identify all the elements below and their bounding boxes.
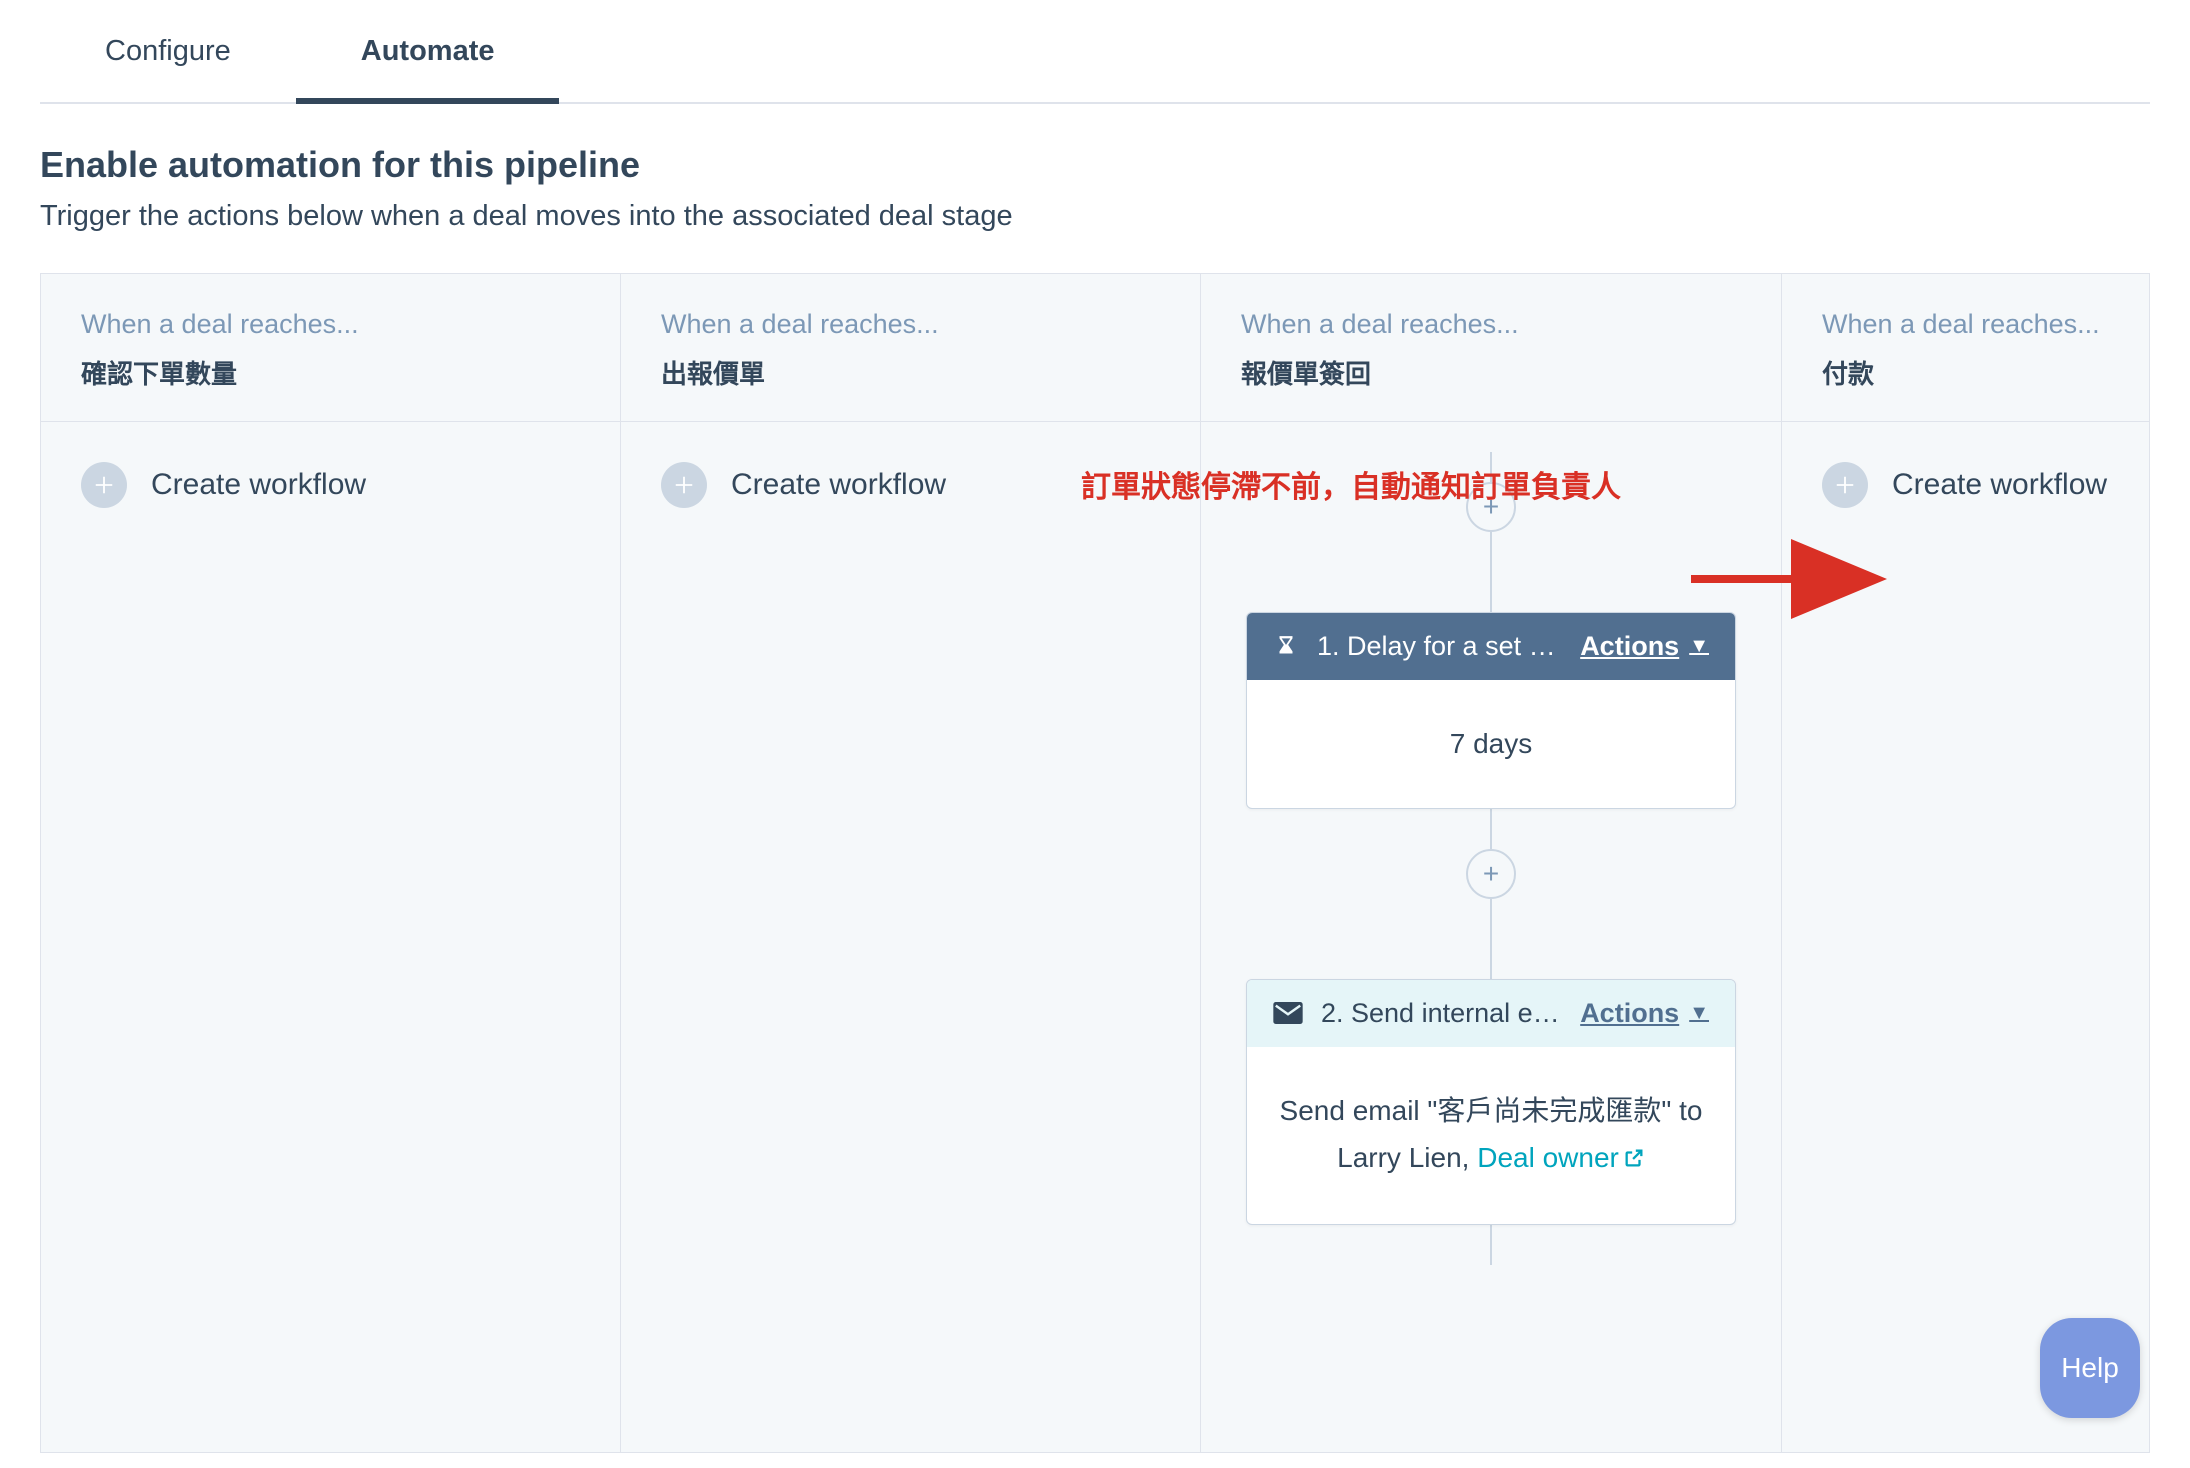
tab-configure[interactable]: Configure (40, 0, 296, 104)
plus-icon (81, 462, 127, 508)
caret-down-icon: ▼ (1689, 1002, 1709, 1025)
plus-icon (661, 462, 707, 508)
workflow-add-step-button[interactable]: + (1466, 849, 1516, 899)
column-stage-name: 報價單簽回 (1241, 354, 1741, 391)
workflow-step-header: 1. Delay for a set amount of time Action… (1247, 613, 1735, 680)
create-workflow-label: Create workflow (151, 468, 366, 502)
pipeline-column: When a deal reaches... 出報價單 Create workf… (620, 274, 1200, 1452)
tab-bar: Configure Automate (40, 0, 2150, 104)
workflow-step-header: 2. Send internal email notification Acti… (1247, 980, 1735, 1047)
page-title: Enable automation for this pipeline (40, 144, 2150, 186)
column-trigger-label: When a deal reaches... (661, 309, 1160, 340)
column-stage-name: 出報價單 (661, 354, 1160, 391)
actions-label: Actions (1580, 998, 1679, 1029)
column-stage-name: 付款 (1822, 354, 2109, 391)
pipeline-column: When a deal reaches... 報價單簽回 訂單狀態停滯不前，自動… (1200, 274, 1781, 1452)
envelope-icon (1273, 1002, 1303, 1024)
workflow-step-body: Send email "客戶尚未完成匯款" to Larry Lien, Dea… (1247, 1047, 1735, 1224)
hourglass-icon (1273, 634, 1299, 660)
workflow-step-actions-dropdown[interactable]: Actions ▼ (1580, 998, 1709, 1029)
workflow-step-actions-dropdown[interactable]: Actions ▼ (1580, 631, 1709, 662)
deal-owner-link[interactable]: Deal owner (1477, 1142, 1645, 1173)
column-header: When a deal reaches... 出報價單 (621, 274, 1200, 422)
workflow-add-step-button[interactable]: + (1466, 482, 1516, 532)
workflow-canvas: + 1. Delay for a set amount of time (1246, 442, 1736, 1265)
page-subtitle: Trigger the actions below when a deal mo… (40, 200, 2150, 233)
column-stage-name: 確認下單數量 (81, 354, 580, 391)
workflow-step-title: 2. Send internal email notification (1321, 998, 1571, 1029)
external-link-icon (1623, 1136, 1645, 1184)
create-workflow-button[interactable]: Create workflow (1822, 462, 2109, 508)
create-workflow-label: Create workflow (731, 468, 946, 502)
pipeline-column: When a deal reaches... 確認下單數量 Create wor… (40, 274, 620, 1452)
create-workflow-button[interactable]: Create workflow (661, 462, 1160, 508)
column-header: When a deal reaches... 報價單簽回 (1201, 274, 1781, 422)
create-workflow-label: Create workflow (1892, 468, 2107, 502)
workflow-step-send-email[interactable]: 2. Send internal email notification Acti… (1246, 979, 1736, 1225)
workflow-step-title: 1. Delay for a set amount of time (1317, 631, 1567, 662)
column-trigger-label: When a deal reaches... (1241, 309, 1741, 340)
pipeline-column: When a deal reaches... 付款 Create workflo… (1781, 274, 2149, 1452)
pipeline-board: When a deal reaches... 確認下單數量 Create wor… (40, 273, 2150, 1453)
actions-label: Actions (1580, 631, 1679, 662)
workflow-step-body: 7 days (1247, 680, 1735, 808)
workflow-step-delay[interactable]: 1. Delay for a set amount of time Action… (1246, 612, 1736, 809)
column-trigger-label: When a deal reaches... (1822, 309, 2109, 340)
caret-down-icon: ▼ (1689, 635, 1709, 658)
column-trigger-label: When a deal reaches... (81, 309, 580, 340)
plus-icon (1822, 462, 1868, 508)
help-button[interactable]: Help (2040, 1318, 2140, 1418)
tab-automate[interactable]: Automate (296, 0, 560, 104)
column-header: When a deal reaches... 確認下單數量 (41, 274, 620, 422)
create-workflow-button[interactable]: Create workflow (81, 462, 580, 508)
column-header: When a deal reaches... 付款 (1782, 274, 2149, 422)
